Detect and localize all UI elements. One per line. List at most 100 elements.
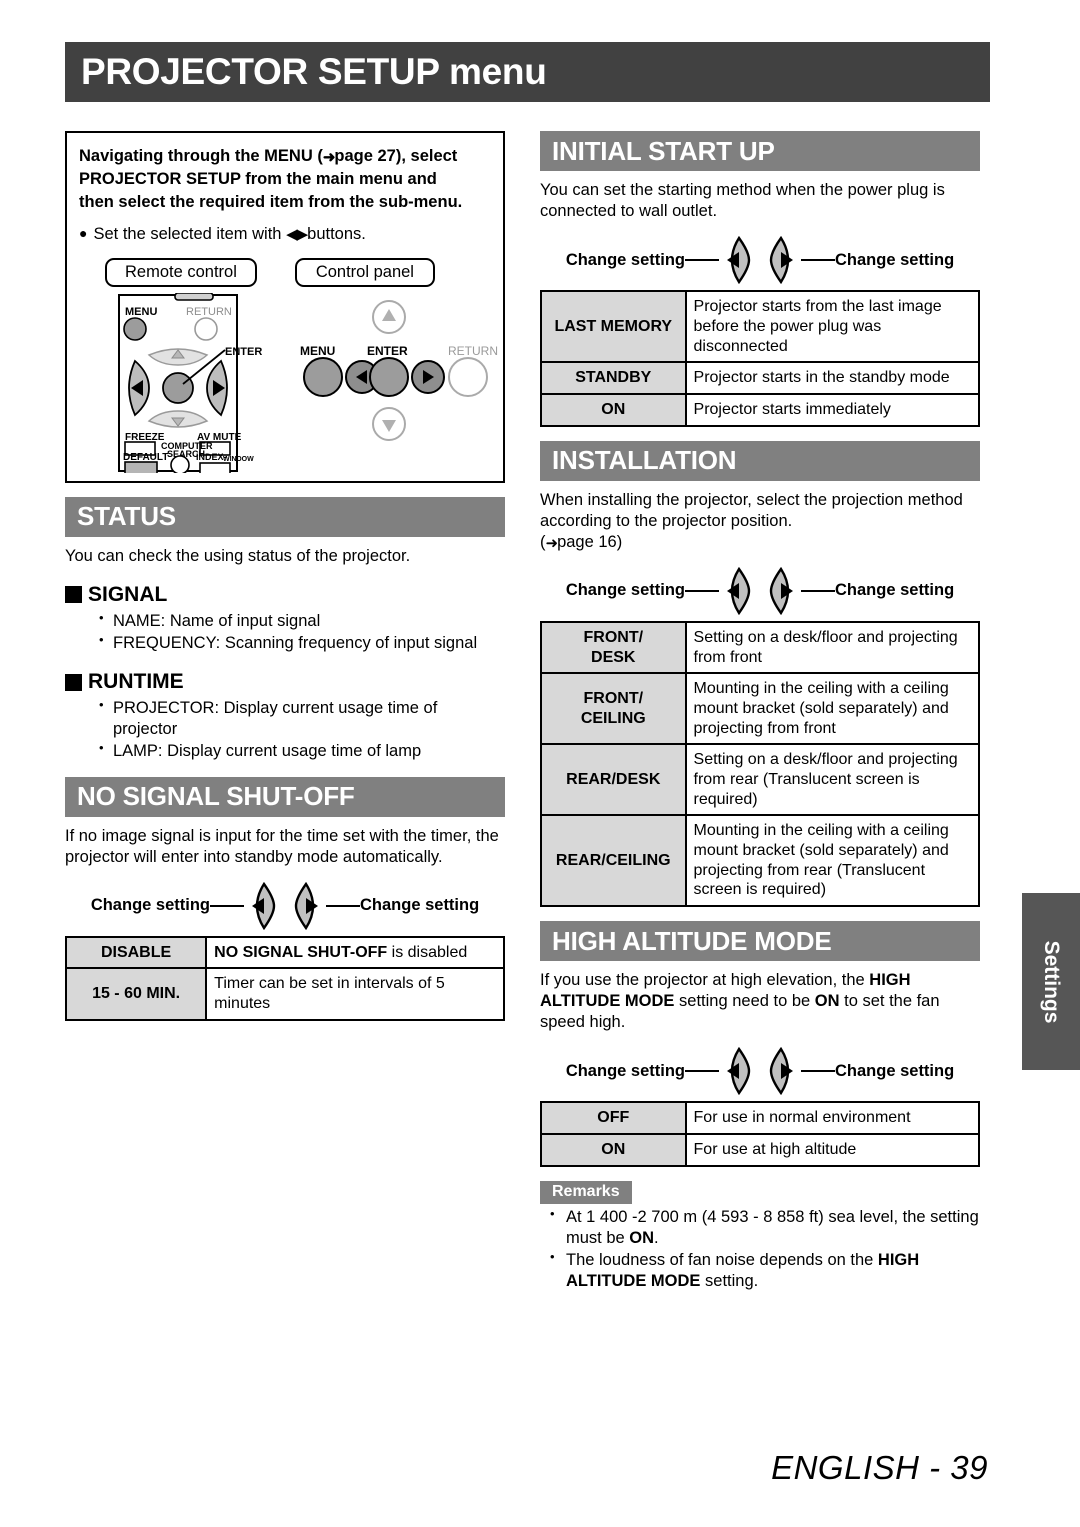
remark-b: ON xyxy=(629,1228,655,1247)
black-square-icon xyxy=(65,586,82,604)
leader-line-right xyxy=(326,904,360,907)
list-item: FREQUENCY: Scanning frequency of input s… xyxy=(99,632,505,654)
side-tab-settings[interactable]: Settings xyxy=(1022,893,1080,1070)
table-cell-value: Setting on a desk/floor and projecting f… xyxy=(684,743,981,817)
subheading-runtime-label: RUNTIME xyxy=(88,670,184,694)
runtime-bullet-list: PROJECTOR: Display current usage time of… xyxy=(65,697,505,762)
table-row: ON For use at high altitude xyxy=(540,1133,981,1167)
subheading-runtime: RUNTIME xyxy=(65,670,505,694)
table-cell-key: REAR/CEILING xyxy=(540,814,687,908)
table-cell-value: Projector starts immediately xyxy=(684,392,981,427)
high-altitude-mode-title: HIGH ALTITUDE MODE xyxy=(552,925,832,956)
nav-heading-line1b: page 27), select xyxy=(334,147,458,165)
right-arrow-button-icon[interactable] xyxy=(767,1047,801,1096)
device-illustrations: MENU RETURN ENTER FREEZE AV MUTE COMPUTE… xyxy=(79,292,498,473)
high-altitude-mode-table: OFF For use in normal environment ON For… xyxy=(540,1101,981,1167)
leader-line-right xyxy=(801,259,835,262)
change-setting-label-right: Change setting xyxy=(360,896,480,915)
section-header-installation: INSTALLATION xyxy=(540,440,980,481)
list-item: The loudness of fan noise depends on the… xyxy=(550,1249,980,1292)
svg-text:WINDOW: WINDOW xyxy=(223,456,254,463)
nav-heading-line2: PROJECTOR SETUP from the main menu and xyxy=(79,170,437,189)
leader-line-right xyxy=(801,1070,835,1073)
right-arrow-button-icon[interactable] xyxy=(767,566,801,615)
svg-text:ENTER: ENTER xyxy=(225,346,262,358)
intro-part-d: ON xyxy=(814,992,840,1011)
right-arrow-button-icon[interactable] xyxy=(767,236,801,285)
table-row: OFF For use in normal environment xyxy=(540,1101,981,1136)
svg-text:RETURN: RETURN xyxy=(448,344,498,358)
right-arrow-button-icon[interactable] xyxy=(292,881,326,930)
side-tab-label: Settings xyxy=(1040,940,1063,1023)
subheading-signal: SIGNAL xyxy=(65,583,505,607)
leader-line-left xyxy=(685,589,719,592)
table-cell-value: NO SIGNAL SHUT-OFF is disabled xyxy=(205,935,505,970)
change-setting-label-left: Change setting xyxy=(565,250,685,269)
table-cell-value: Mounting in the ceiling with a ceiling m… xyxy=(684,672,981,746)
installation-intro-text: When installing the projector, select th… xyxy=(540,490,963,530)
table-row: REAR/CEILING Mounting in the ceiling wit… xyxy=(540,814,981,908)
page-title-bar: PROJECTOR SETUP menu xyxy=(65,42,990,102)
section-header-no-signal-shut-off: NO SIGNAL SHUT-OFF xyxy=(65,776,505,817)
change-setting-row-initial-start-up: Change setting Change setting xyxy=(540,236,980,285)
subheading-signal-label: SIGNAL xyxy=(88,582,168,606)
control-panel-label: Control panel xyxy=(294,257,435,287)
change-setting-row-no-signal: Change setting Change setting xyxy=(65,881,505,930)
left-arrow-button-icon[interactable] xyxy=(719,236,753,285)
change-setting-row-high-altitude: Change setting Change setting xyxy=(540,1047,980,1096)
list-item: PROJECTOR: Display current usage time of… xyxy=(99,697,505,740)
page-ref-arrow-icon: ➜ xyxy=(322,149,336,166)
leader-line-right xyxy=(801,589,835,592)
left-arrow-button-icon[interactable] xyxy=(244,881,278,930)
table-cell-value: Projector starts from the last image bef… xyxy=(684,290,981,364)
installation-intro: When installing the projector, select th… xyxy=(540,490,980,553)
initial-start-up-intro: You can set the starting method when the… xyxy=(540,181,945,221)
no-signal-shut-off-intro: If no image signal is input for the time… xyxy=(65,826,499,866)
table-cell-value: For use in normal environment xyxy=(684,1101,981,1136)
section-header-status: STATUS xyxy=(65,496,505,537)
installation-title: INSTALLATION xyxy=(552,445,737,476)
no-signal-shut-off-title: NO SIGNAL SHUT-OFF xyxy=(77,781,355,812)
table-cell-value: Projector starts in the standby mode xyxy=(684,361,981,395)
status-intro: You can check the using status of the pr… xyxy=(65,546,411,565)
table-cell-key: FRONT/ CEILING xyxy=(540,672,687,746)
svg-text:ENTER: ENTER xyxy=(367,344,408,358)
intro-part-a: If you use the projector at high elevati… xyxy=(540,971,870,990)
nav-bullet-text: Set the selected item with ◀▶buttons. xyxy=(93,223,365,246)
table-row: FRONT/ DESK Setting on a desk/floor and … xyxy=(540,620,981,675)
list-item: NAME: Name of input signal xyxy=(99,610,505,632)
left-arrow-button-icon[interactable] xyxy=(719,1047,753,1096)
value-rest: is disabled xyxy=(387,943,468,961)
table-row: ON Projector starts immediately xyxy=(540,392,981,427)
value-bold: NO SIGNAL SHUT-OFF xyxy=(214,943,388,961)
navigation-instruction-box: Navigating through the MENU (➜page 27), … xyxy=(65,131,505,483)
table-cell-key: DISABLE xyxy=(64,935,208,970)
left-arrow-button-icon[interactable] xyxy=(719,566,753,615)
list-item: At 1 400 -2 700 m (4 593 - 8 858 ft) sea… xyxy=(550,1206,980,1249)
change-setting-label-right: Change setting xyxy=(835,1061,955,1080)
left-right-arrows-icon: ◀▶ xyxy=(286,225,308,243)
remark-c: setting. xyxy=(700,1272,759,1291)
remarks-badge: Remarks xyxy=(540,1180,632,1204)
table-row: 15 - 60 MIN. Timer can be set in interva… xyxy=(64,967,505,1021)
remarks-list: At 1 400 -2 700 m (4 593 - 8 858 ft) sea… xyxy=(540,1206,980,1292)
table-row: DISABLE NO SIGNAL SHUT-OFF is disabled xyxy=(64,935,505,970)
nav-bullet-post: buttons. xyxy=(307,224,366,243)
page-title-main: PROJECTOR SETUP xyxy=(81,51,440,92)
table-row: LAST MEMORY Projector starts from the la… xyxy=(540,290,981,364)
status-title: STATUS xyxy=(77,501,176,532)
change-setting-label-right: Change setting xyxy=(835,581,955,600)
leader-line-left xyxy=(685,1070,719,1073)
right-column: INITIAL START UP You can set the startin… xyxy=(540,131,981,1292)
footer-text: ENGLISH - 39 xyxy=(771,1449,988,1486)
table-cell-value: Mounting in the ceiling with a ceiling m… xyxy=(684,814,981,908)
remote-control-svg: MENU RETURN ENTER FREEZE AV MUTE COMPUTE… xyxy=(118,292,262,473)
change-setting-row-installation: Change setting Change setting xyxy=(540,566,980,615)
nav-bullet-row: ● Set the selected item with ◀▶buttons. xyxy=(79,223,491,246)
svg-text:MENU: MENU xyxy=(300,344,335,358)
nav-heading: Navigating through the MENU (➜page 27), … xyxy=(79,145,491,213)
table-row: FRONT/ CEILING Mounting in the ceiling w… xyxy=(540,672,981,746)
list-item: LAMP: Display current usage time of lamp xyxy=(99,740,505,762)
control-panel-svg: MENU ENTER RETURN xyxy=(300,299,498,441)
page-ref-arrow-icon: ➜ xyxy=(545,534,559,552)
